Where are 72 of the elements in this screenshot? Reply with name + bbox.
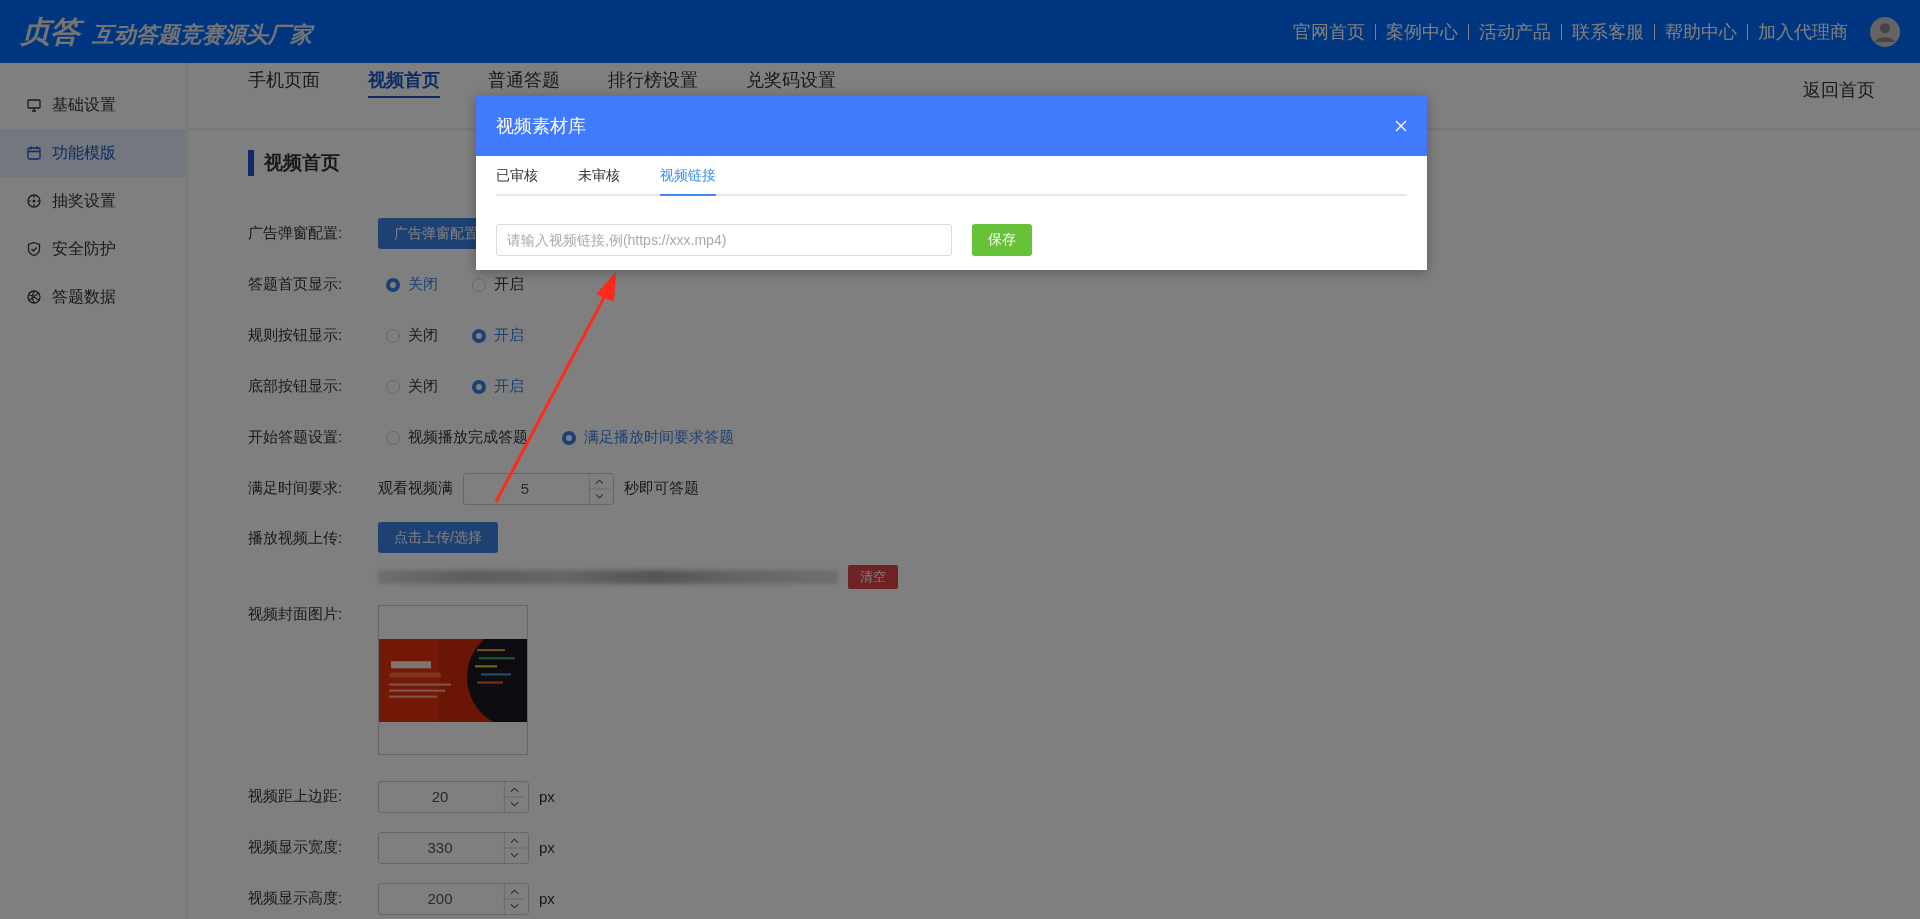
logo-mark: 贞答 — [20, 11, 86, 52]
unit-text: px — [539, 890, 555, 907]
sidebar-item[interactable]: 功能模版 — [0, 129, 186, 177]
tab[interactable]: 排行榜设置 — [608, 64, 698, 98]
dialog-tab[interactable]: 视频链接 — [660, 167, 716, 196]
field-label: 视频距上边距: — [248, 787, 343, 804]
sidebar-item[interactable]: 答题数据 — [0, 273, 186, 321]
nav-link[interactable]: 联系客服 — [1572, 19, 1644, 44]
field-label: 播放视频上传: — [248, 529, 343, 546]
sidebar-item[interactable]: 基础设置 — [0, 81, 186, 129]
nav-link[interactable]: 加入代理商 — [1758, 19, 1848, 44]
radio-label: 视频播放完成答题 — [408, 428, 528, 447]
nav-link[interactable]: 官网首页 — [1293, 19, 1365, 44]
field-label: 底部按钮显示: — [248, 377, 343, 394]
radio-button[interactable] — [562, 430, 576, 445]
radio-button[interactable] — [386, 277, 400, 292]
shield-icon — [26, 241, 42, 257]
radio-button[interactable] — [472, 379, 486, 394]
radio-label: 开启 — [494, 275, 524, 294]
stepper-icon[interactable] — [501, 832, 528, 863]
radio-button[interactable] — [472, 277, 486, 292]
dialog-tab[interactable]: 已审核 — [496, 167, 538, 196]
tab[interactable]: 普通答题 — [488, 64, 560, 98]
field-label: 广告弹窗配置: — [248, 224, 343, 241]
number-field[interactable]: 200 — [378, 882, 529, 915]
field-label: 视频显示高度: — [248, 889, 343, 906]
nav-link[interactable]: 帮助中心 — [1665, 19, 1737, 44]
dial-icon — [26, 193, 42, 209]
nav-link[interactable]: 案例中心 — [1386, 19, 1458, 44]
monitor-icon — [26, 97, 42, 113]
tab[interactable]: 手机页面 — [248, 64, 320, 98]
section-title: 视频首页 — [264, 151, 340, 175]
tab[interactable]: 视频首页 — [368, 64, 440, 98]
radio-label: 满足播放时间要求答题 — [584, 428, 734, 447]
tab[interactable]: 兑奖码设置 — [746, 64, 836, 98]
nav-link[interactable]: 活动产品 — [1479, 19, 1551, 44]
sidebar-item[interactable]: 抽奖设置 — [0, 177, 186, 225]
avatar-icon[interactable] — [1870, 16, 1900, 47]
clear-button[interactable]: 清空 — [848, 565, 898, 589]
back-link[interactable]: 返回首页 — [1797, 78, 1875, 102]
unit-text: px — [539, 788, 555, 805]
radio-label: 开启 — [494, 326, 524, 345]
radio-label: 关闭 — [408, 275, 438, 294]
stepper-icon[interactable] — [501, 781, 528, 812]
field-label: 视频显示宽度: — [248, 838, 343, 855]
sidebar-item[interactable]: 安全防护 — [0, 225, 186, 273]
radio-button[interactable] — [472, 328, 486, 343]
radio-label: 开启 — [494, 377, 524, 396]
field-label: 开始答题设置: — [248, 428, 343, 445]
radio-label: 关闭 — [408, 326, 438, 345]
section-marker — [248, 150, 254, 176]
field-label: 视频封面图片: — [248, 605, 343, 622]
save-button[interactable]: 保存 — [972, 224, 1032, 256]
upload-button[interactable]: 点击上传/选择 — [378, 522, 498, 553]
prefix-text: 观看视频满 — [378, 479, 453, 498]
close-icon[interactable] — [1395, 120, 1407, 132]
field-label: 答题首页显示: — [248, 275, 343, 292]
unit-text: 秒即可答题 — [624, 479, 699, 498]
unit-text: px — [539, 839, 555, 856]
number-field[interactable]: 5 — [463, 472, 614, 505]
calendar-icon — [26, 145, 42, 161]
dialog-tab[interactable]: 未审核 — [578, 167, 620, 196]
dialog-title: 视频素材库 — [496, 115, 586, 138]
field-label: 满足时间要求: — [248, 479, 343, 496]
number-field[interactable]: 20 — [378, 780, 529, 813]
number-field[interactable]: 330 — [378, 831, 529, 864]
stepper-icon[interactable] — [586, 473, 613, 504]
aperture-icon — [26, 289, 42, 305]
field-label: 规则按钮显示: — [248, 326, 343, 343]
stepper-icon[interactable] — [501, 883, 528, 914]
radio-label: 关闭 — [408, 377, 438, 396]
video-link-field[interactable]: 请输入视频链接,例(https://xxx.mp4) — [496, 224, 952, 256]
